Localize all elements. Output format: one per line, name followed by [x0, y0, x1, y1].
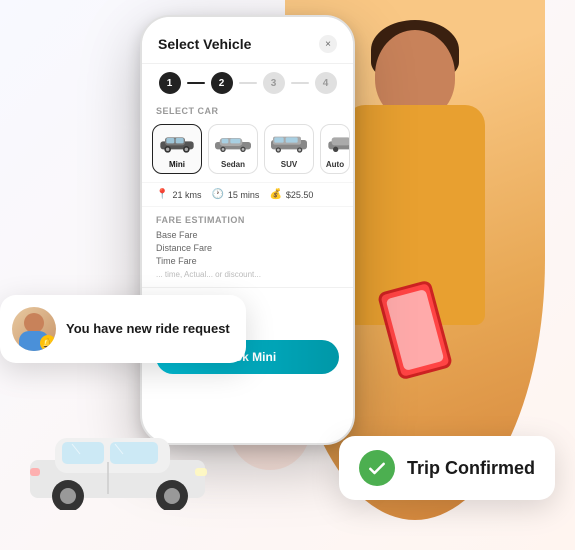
- trip-confirmed-text: Trip Confirmed: [407, 458, 535, 479]
- person-body: [345, 105, 485, 325]
- time-fare-row: Time Fare: [156, 256, 339, 266]
- sedan-label: Sedan: [213, 160, 253, 169]
- step-3[interactable]: 3: [263, 72, 285, 94]
- time-stat: 🕐 15 mins: [211, 189, 259, 200]
- phone-header: Select Vehicle ×: [142, 17, 353, 64]
- car-option-sedan[interactable]: Sedan: [208, 124, 258, 174]
- auto-label: Auto: [325, 160, 345, 169]
- time-fare-label: Time Fare: [156, 256, 197, 266]
- step-line-2-3: [239, 82, 257, 84]
- phone-title: Select Vehicle: [158, 36, 251, 52]
- price-stat: 💰 $25.50: [269, 189, 313, 200]
- bell-badge: 🔔: [40, 335, 56, 351]
- sedan-car-icon: [213, 131, 253, 153]
- fare-title: FARE ESTIMATION: [156, 215, 339, 225]
- car-image: [20, 420, 220, 520]
- ride-request-notification[interactable]: 🔔 You have new ride request: [0, 295, 246, 363]
- car-option-suv[interactable]: SUV: [264, 124, 314, 174]
- distance-fare-row: Distance Fare: [156, 243, 339, 253]
- suv-label: SUV: [269, 160, 309, 169]
- suv-car-icon: [269, 131, 309, 153]
- distance-fare-label: Distance Fare: [156, 243, 212, 253]
- phone-mockup: Select Vehicle × 1 2 3 4 SELECT CAR M: [140, 15, 355, 445]
- time-value: 15 mins: [228, 190, 260, 200]
- phone-in-hand: [377, 279, 453, 380]
- auto-car-icon: [325, 131, 350, 153]
- step-2[interactable]: 2: [211, 72, 233, 94]
- car-svg: [20, 420, 220, 510]
- price-value: $25.50: [286, 190, 314, 200]
- car-options: Mini Sedan: [142, 120, 353, 182]
- check-circle: [359, 450, 395, 486]
- distance-stat: 📍 21 kms: [156, 189, 201, 200]
- step-4[interactable]: 4: [315, 72, 337, 94]
- step-indicator: 1 2 3 4: [142, 64, 353, 100]
- car-option-mini[interactable]: Mini: [152, 124, 202, 174]
- mini-label: Mini: [157, 160, 197, 169]
- step-line-3-4: [291, 82, 309, 84]
- base-fare-row: Base Fare: [156, 230, 339, 240]
- step-1[interactable]: 1: [159, 72, 181, 94]
- select-car-label: SELECT CAR: [142, 100, 353, 120]
- ride-request-text: You have new ride request: [66, 321, 230, 338]
- stats-row: 📍 21 kms 🕐 15 mins 💰 $25.50: [142, 182, 353, 206]
- fare-section: FARE ESTIMATION Base Fare Distance Fare …: [142, 206, 353, 283]
- driver-avatar: 🔔: [12, 307, 56, 351]
- distance-icon: 📍: [156, 189, 168, 200]
- step-line-1-2: [187, 82, 205, 84]
- time-icon: 🕐: [211, 189, 223, 200]
- close-button[interactable]: ×: [319, 35, 337, 53]
- fare-note: ... time, Actual... or discount...: [156, 270, 339, 279]
- trip-confirmed-card: Trip Confirmed: [339, 436, 555, 500]
- phone-screen-in-hand: [386, 289, 445, 371]
- base-fare-label: Base Fare: [156, 230, 198, 240]
- price-icon: 💰: [269, 189, 281, 200]
- check-icon: [367, 458, 387, 478]
- mini-car-icon: [157, 131, 197, 153]
- avatar-head: [24, 313, 44, 333]
- distance-value: 21 kms: [172, 190, 201, 200]
- car-option-auto[interactable]: Auto: [320, 124, 350, 174]
